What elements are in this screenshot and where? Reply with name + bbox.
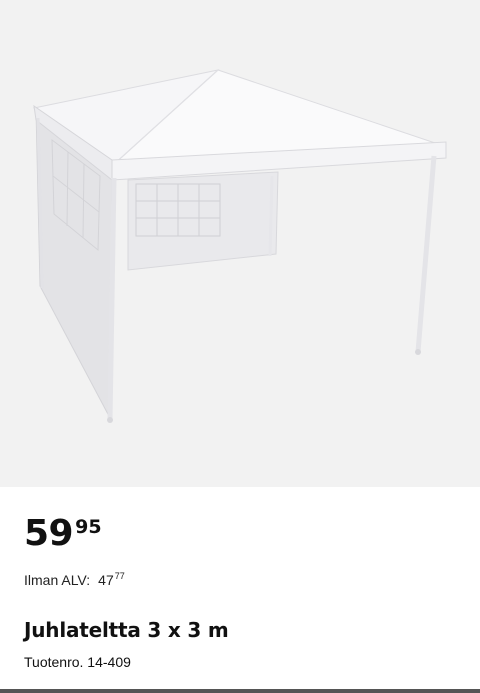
tent-illustration (32, 69, 447, 423)
price-without-vat: Ilman ALV: 4777 (24, 571, 125, 588)
product-image[interactable] (0, 0, 480, 487)
vat-cents: 77 (114, 571, 125, 581)
price-cents: 95 (75, 516, 102, 538)
price: 59 95 (24, 516, 102, 552)
vat-label: Ilman ALV: (24, 572, 91, 588)
product-number: Tuotenro. 14-409 (24, 654, 131, 670)
price-main: 59 (24, 513, 74, 554)
product-title: Juhlateltta 3 x 3 m (24, 618, 229, 642)
vat-main: 47 (98, 572, 114, 588)
product-page: 59 95 Ilman ALV: 4777 Juhlateltta 3 x 3 m … (0, 0, 480, 693)
bottom-divider (0, 689, 480, 693)
